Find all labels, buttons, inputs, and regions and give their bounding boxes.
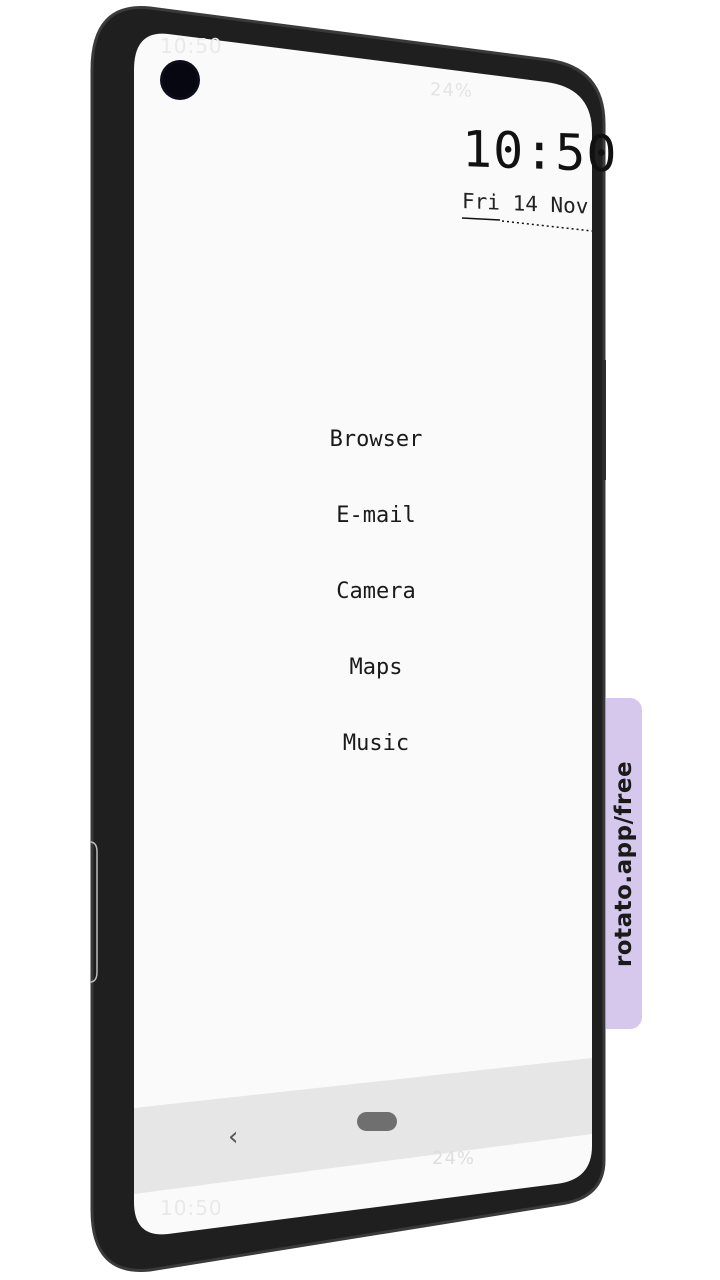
app-camera[interactable]: Camera: [300, 574, 452, 650]
app-browser[interactable]: Browser: [300, 422, 452, 498]
app-email[interactable]: E-mail: [300, 498, 452, 574]
status-battery-ghost-bottom: 24%: [432, 1148, 476, 1169]
status-time-ghost-bottom: 10:50: [160, 1196, 223, 1220]
status-battery-ghost: 24%: [430, 79, 474, 102]
device-mockup: 10:50 24% 10:50 24% 10:50 Fri 14 Nov Bro…: [0, 0, 720, 1280]
app-maps[interactable]: Maps: [300, 650, 452, 726]
front-camera-lens: [163, 63, 197, 97]
phone-right-button: [603, 360, 606, 480]
status-time-ghost: 10:50: [160, 34, 223, 58]
app-music[interactable]: Music: [300, 726, 452, 802]
clock-date[interactable]: Fri 14 Nov: [462, 189, 588, 219]
clock-time[interactable]: 10:50: [462, 120, 618, 183]
chevron-left-icon[interactable]: ‹: [228, 1124, 238, 1150]
app-list: Browser E-mail Camera Maps Music: [300, 422, 452, 802]
watermark-text[interactable]: rotato.app/free: [611, 761, 637, 967]
home-pill-icon[interactable]: [357, 1112, 397, 1131]
